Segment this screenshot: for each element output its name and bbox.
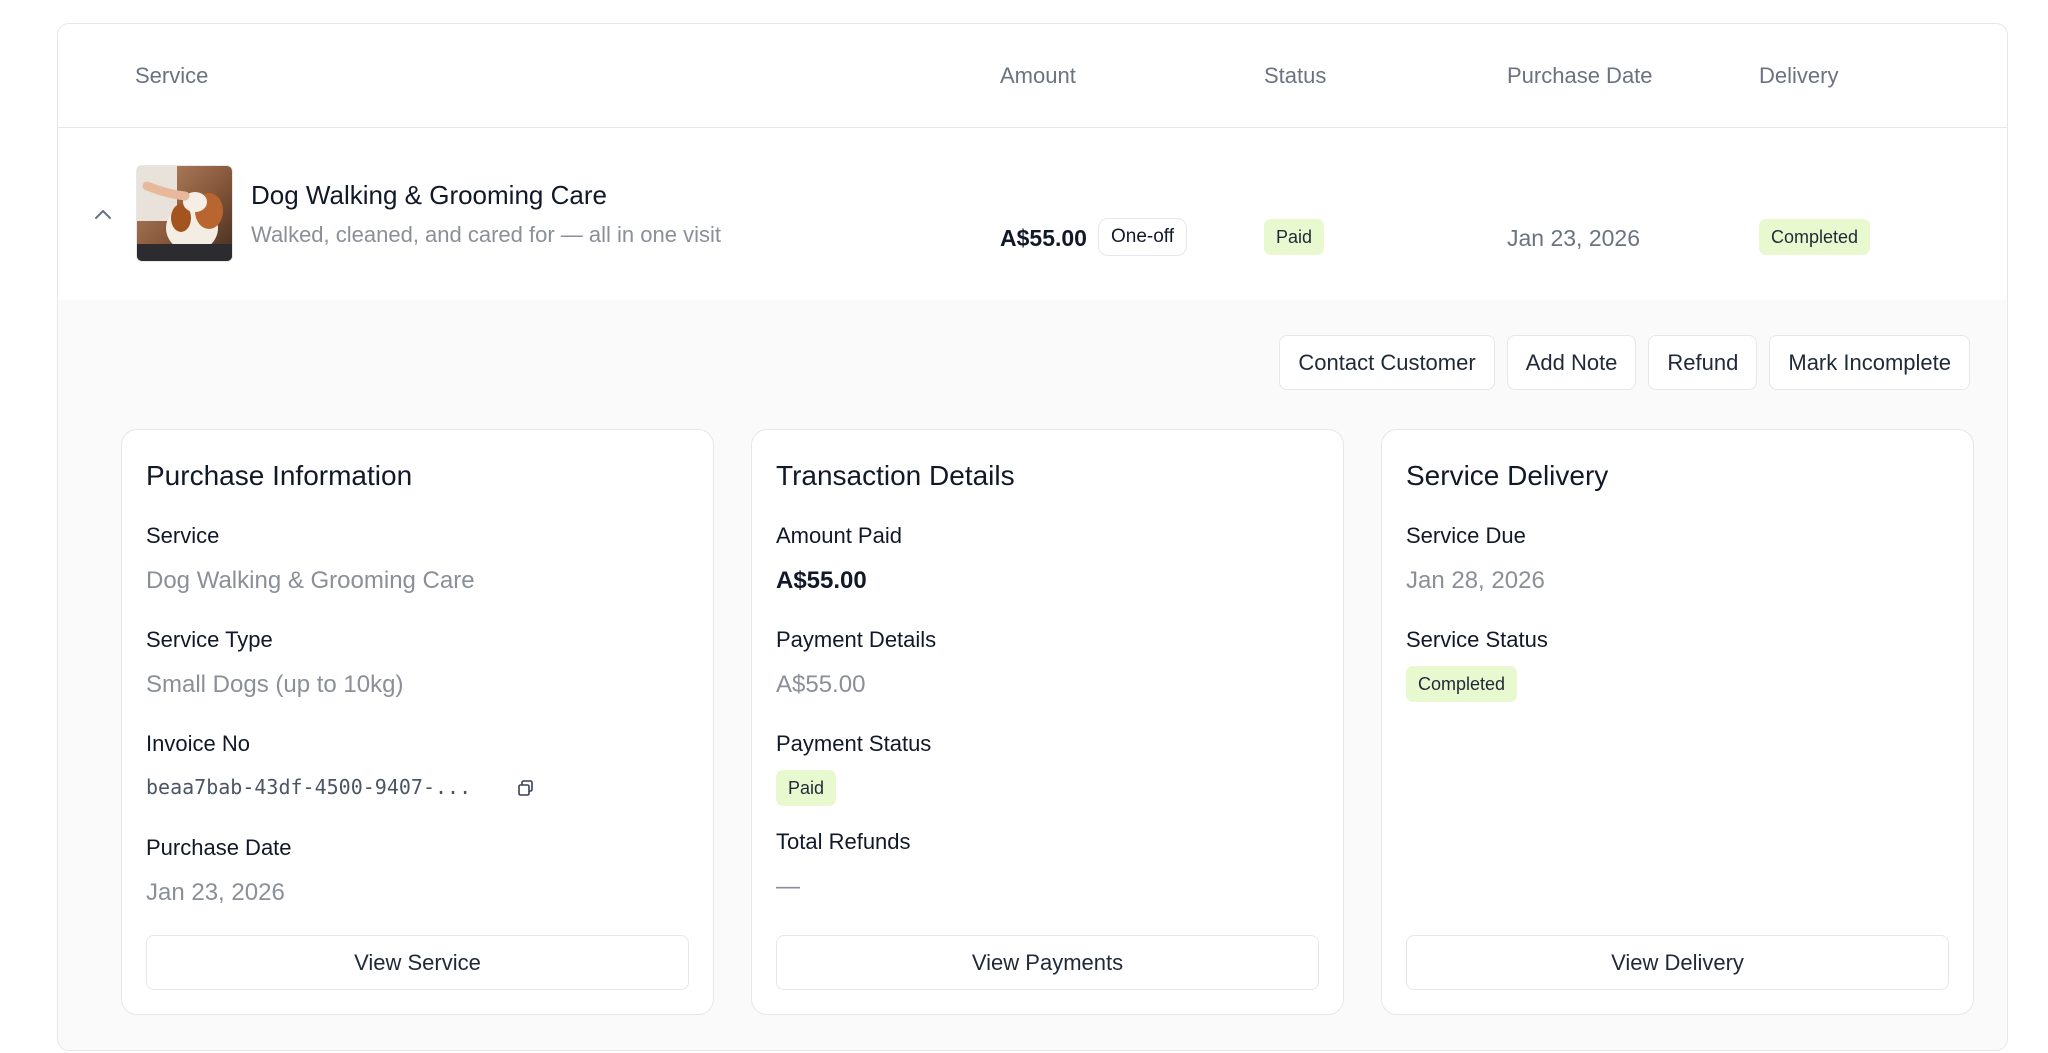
service-label: Service [146, 523, 220, 548]
service-status-label: Service Status [1406, 627, 1548, 652]
total-refunds-value: — [776, 873, 800, 900]
delivery-status-badge: Completed [1759, 219, 1871, 255]
action-bar: Contact Customer Add Note Refund Mark In… [1279, 335, 1970, 390]
service-title[interactable]: Dog Walking & Grooming Care [251, 180, 607, 211]
refund-button[interactable]: Refund [1648, 335, 1758, 390]
table-row[interactable]: Dog Walking & Grooming Care Walked, clea… [58, 128, 2007, 300]
contact-customer-button[interactable]: Contact Customer [1279, 335, 1495, 390]
service-delivery-card: Service Delivery Service Due Jan 28, 202… [1381, 429, 1974, 1015]
service-type-value: Small Dogs (up to 10kg) [146, 671, 404, 698]
payment-details-label: Payment Details [776, 627, 937, 652]
payment-details-value: A$55.00 [776, 671, 866, 698]
service-type-label: Service Type [146, 627, 273, 652]
header-status: Status [1264, 63, 1327, 88]
row-purchase-date: Jan 23, 2026 [1507, 225, 1641, 251]
amount-paid-label: Amount Paid [776, 523, 902, 548]
service-due-label: Service Due [1406, 523, 1526, 548]
purchase-date-value: Jan 23, 2026 [146, 879, 285, 906]
header-service: Service [135, 63, 209, 88]
header-purchase-date: Purchase Date [1507, 63, 1653, 88]
frequency-badge: One-off [1098, 218, 1188, 256]
row-amount: A$55.00 [1000, 225, 1087, 251]
mark-incomplete-button[interactable]: Mark Incomplete [1769, 335, 1970, 390]
payment-status-badge: Paid [776, 770, 837, 806]
add-note-button[interactable]: Add Note [1506, 335, 1637, 390]
card-title: Purchase Information [146, 460, 413, 491]
service-due-value: Jan 28, 2026 [1406, 567, 1545, 594]
chevron-up-icon[interactable] [92, 206, 114, 222]
row-details: Contact Customer Add Note Refund Mark In… [58, 300, 2007, 1050]
purchase-date-label: Purchase Date [146, 835, 292, 860]
transaction-details-card: Transaction Details Amount Paid A$55.00 … [751, 429, 1344, 1015]
payment-status-label: Payment Status [776, 731, 932, 756]
service-status-badge: Completed [1406, 666, 1518, 702]
total-refunds-label: Total Refunds [776, 829, 911, 854]
purchase-information-card: Purchase Information Service Dog Walking… [121, 429, 714, 1015]
service-thumbnail [136, 165, 233, 262]
invoice-label: Invoice No [146, 731, 250, 756]
view-delivery-button[interactable]: View Delivery [1406, 935, 1949, 990]
card-title: Transaction Details [776, 460, 1015, 491]
header-delivery: Delivery [1759, 63, 1839, 88]
card-title: Service Delivery [1406, 460, 1609, 491]
copy-icon[interactable] [516, 778, 536, 798]
view-service-button[interactable]: View Service [146, 935, 689, 990]
amount-paid-value: A$55.00 [776, 567, 867, 594]
invoice-value: beaa7bab-43df-4500-9407-... [146, 775, 472, 799]
purchases-panel: Service Amount Status Purchase Date Deli… [57, 23, 2008, 1051]
header-amount: Amount [1000, 63, 1076, 88]
view-payments-button[interactable]: View Payments [776, 935, 1319, 990]
service-subtitle: Walked, cleaned, and cared for — all in … [251, 222, 721, 247]
table-header: Service Amount Status Purchase Date Deli… [58, 24, 2007, 128]
service-value: Dog Walking & Grooming Care [146, 567, 475, 594]
payment-status-badge: Paid [1264, 219, 1325, 255]
